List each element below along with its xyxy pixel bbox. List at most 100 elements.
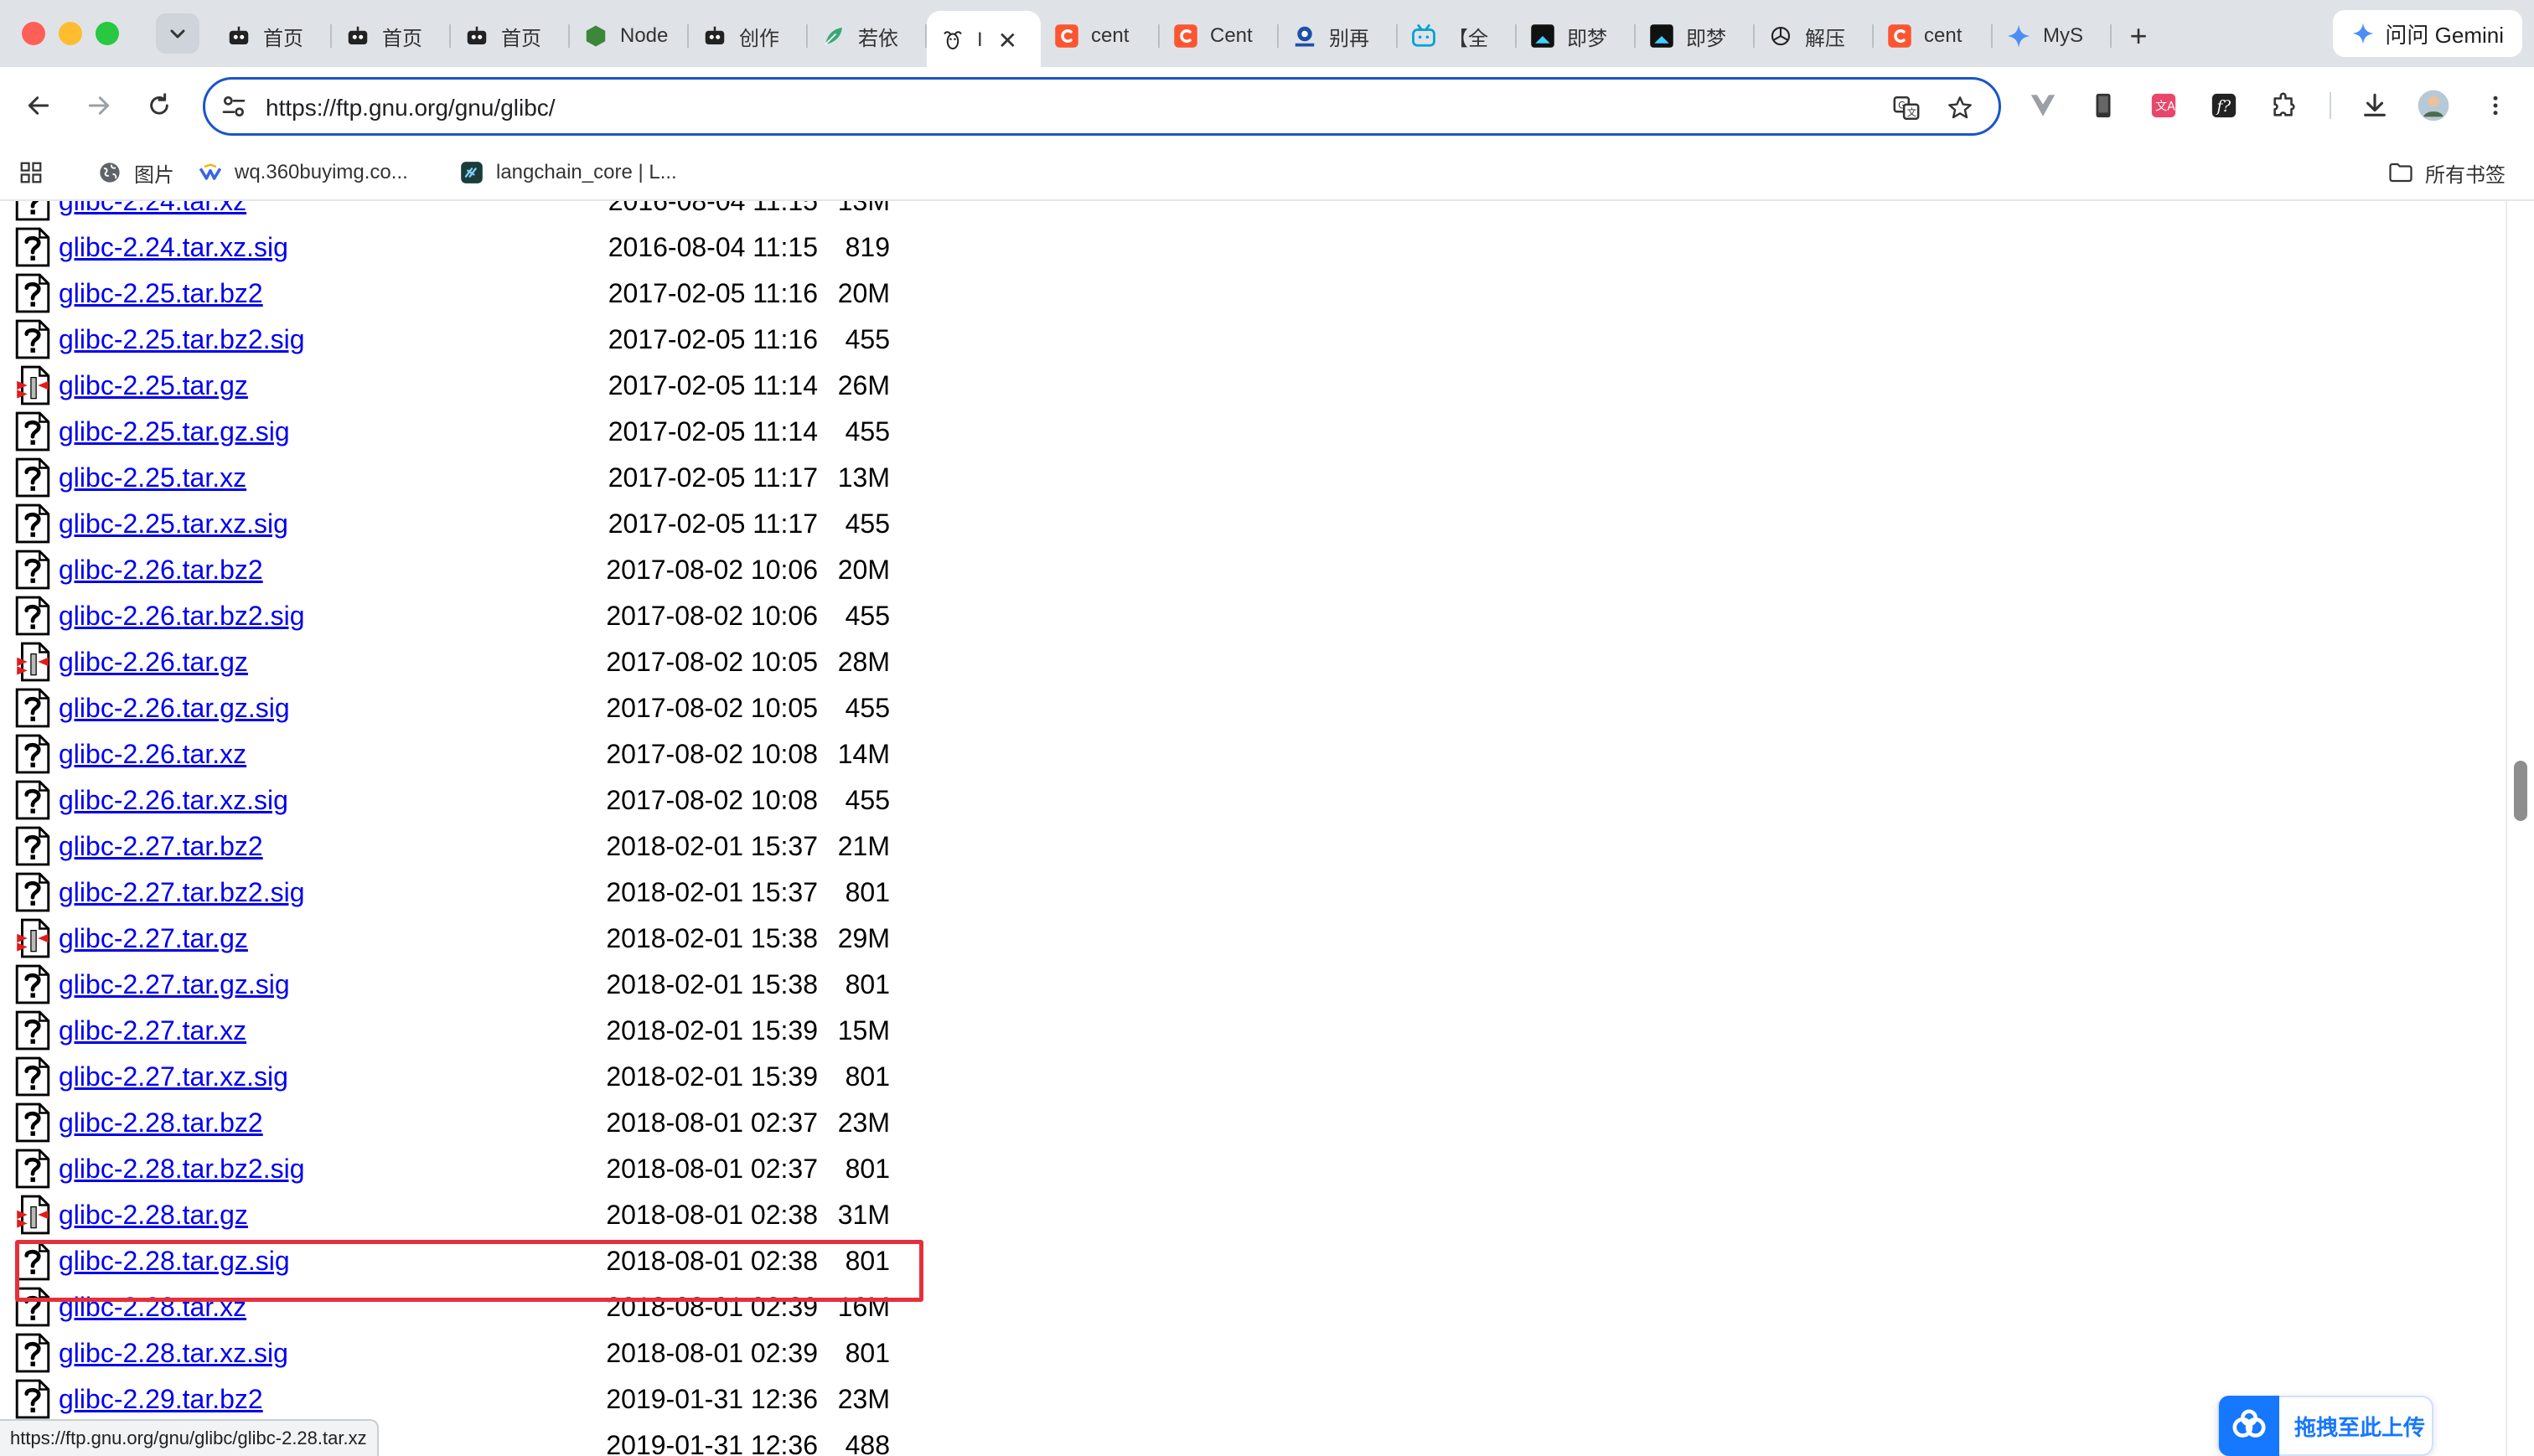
active-tab[interactable]: I ✕ xyxy=(927,11,1041,70)
back-button[interactable] xyxy=(18,85,59,126)
file-link[interactable]: glibc-2.27.tar.gz xyxy=(59,923,248,954)
browser-tab[interactable]: 即梦 xyxy=(1517,11,1636,61)
close-window-button[interactable] xyxy=(22,22,45,45)
file-row: glibc-2.25.tar.xz 2017-02-05 11:17 13M xyxy=(0,454,1006,498)
unknown-file-icon[interactable] xyxy=(15,550,50,590)
browser-tab[interactable]: 首页 xyxy=(213,11,332,61)
unknown-file-icon[interactable] xyxy=(15,273,50,313)
bookmark-item[interactable]: wq.360buyimg.co... xyxy=(198,156,408,189)
unknown-file-icon[interactable] xyxy=(15,227,50,267)
profile-button[interactable] xyxy=(2413,85,2454,126)
browser-tab[interactable]: 【全 xyxy=(1398,11,1517,61)
unknown-file-icon[interactable] xyxy=(15,411,50,452)
bookmark-item[interactable]: 图片 xyxy=(97,156,174,189)
unknown-file-icon[interactable] xyxy=(15,872,50,912)
file-link[interactable]: glibc-2.25.tar.xz xyxy=(59,462,246,493)
file-link[interactable]: glibc-2.27.tar.bz2 xyxy=(59,831,263,862)
unknown-file-icon[interactable] xyxy=(15,780,50,820)
browser-tab[interactable]: cent xyxy=(1041,11,1160,61)
reload-button[interactable] xyxy=(139,85,179,126)
apps-button[interactable] xyxy=(18,156,44,189)
browser-menu-button[interactable] xyxy=(2475,85,2516,126)
unknown-file-icon[interactable] xyxy=(15,1010,50,1051)
unknown-file-icon[interactable] xyxy=(15,1333,50,1373)
file-link[interactable]: glibc-2.26.tar.bz2 xyxy=(59,555,263,586)
url-text[interactable]: https://ftp.gnu.org/gnu/glibc/ xyxy=(266,95,556,121)
downloads-button[interactable] xyxy=(2355,85,2395,126)
unknown-file-icon[interactable] xyxy=(15,201,50,221)
browser-tab[interactable]: cent xyxy=(1874,11,1993,61)
file-link[interactable]: glibc-2.27.tar.bz2.sig xyxy=(59,877,305,908)
file-link[interactable]: glibc-2.28.tar.gz xyxy=(59,1200,248,1231)
file-link[interactable]: glibc-2.28.tar.bz2 xyxy=(59,1107,263,1138)
unknown-file-icon[interactable] xyxy=(15,1102,50,1143)
extension-translate-button[interactable]: 文A xyxy=(2144,85,2184,126)
browser-tab[interactable]: 解压 xyxy=(1755,11,1874,61)
browser-tab[interactable]: MyS xyxy=(1993,11,2112,61)
tab-search-button[interactable] xyxy=(156,13,199,54)
file-link[interactable]: glibc-2.24.tar.xz xyxy=(59,201,246,217)
file-link[interactable]: glibc-2.26.tar.xz xyxy=(59,739,246,770)
extensions-menu-button[interactable] xyxy=(2264,85,2304,126)
vertical-scrollbar[interactable] xyxy=(2506,201,2534,1456)
unknown-file-icon[interactable] xyxy=(15,1056,50,1097)
file-link[interactable]: glibc-2.24.tar.xz.sig xyxy=(59,232,288,263)
file-link[interactable]: glibc-2.27.tar.xz.sig xyxy=(59,1061,288,1092)
close-tab-icon[interactable]: ✕ xyxy=(998,27,1017,54)
browser-tab[interactable]: Node xyxy=(570,11,689,61)
unknown-file-icon[interactable] xyxy=(15,503,50,544)
archive-file-icon[interactable] xyxy=(15,642,50,682)
unknown-file-icon[interactable] xyxy=(15,1379,50,1419)
unknown-file-icon[interactable] xyxy=(15,734,50,774)
archive-file-icon[interactable] xyxy=(15,365,50,405)
file-link[interactable]: glibc-2.26.tar.gz xyxy=(59,647,248,678)
file-link[interactable]: glibc-2.25.tar.bz2 xyxy=(59,278,263,309)
file-link[interactable]: glibc-2.26.tar.xz.sig xyxy=(59,785,288,816)
file-link[interactable]: glibc-2.27.tar.xz xyxy=(59,1015,246,1046)
minimize-window-button[interactable] xyxy=(59,22,82,45)
forward-button[interactable] xyxy=(79,85,119,126)
archive-file-icon[interactable] xyxy=(15,1195,50,1235)
gemini-button[interactable]: 问问 Gemini xyxy=(2333,10,2522,57)
unknown-file-icon[interactable] xyxy=(15,964,50,1004)
upload-button[interactable]: 拖拽至此上传 xyxy=(2217,1396,2433,1456)
bookmark-item[interactable]: langchain_core | L... xyxy=(459,156,677,189)
address-bar[interactable]: https://ftp.gnu.org/gnu/glibc/ G文 xyxy=(203,77,2001,136)
all-bookmarks-button[interactable]: 所有书签 xyxy=(2388,156,2506,189)
unknown-file-icon[interactable] xyxy=(15,688,50,728)
browser-tab[interactable]: 创作 xyxy=(689,11,808,61)
file-link[interactable]: glibc-2.26.tar.gz.sig xyxy=(59,693,290,724)
extension-formula-button[interactable]: f? xyxy=(2204,85,2244,126)
file-link[interactable]: glibc-2.25.tar.gz.sig xyxy=(59,416,290,447)
file-link[interactable]: glibc-2.25.tar.gz xyxy=(59,370,248,401)
site-info-icon[interactable] xyxy=(220,93,247,120)
new-tab-button[interactable]: + xyxy=(2115,13,2162,59)
extension-vue-button[interactable] xyxy=(2023,85,2063,126)
scrollbar-thumb[interactable] xyxy=(2514,761,2527,821)
browser-tab[interactable]: 即梦 xyxy=(1636,11,1755,61)
fullscreen-window-button[interactable] xyxy=(96,22,119,45)
browser-tab[interactable]: 首页 xyxy=(451,11,570,61)
file-link[interactable]: glibc-2.26.tar.bz2.sig xyxy=(59,601,305,632)
unknown-file-icon[interactable] xyxy=(15,319,50,359)
unknown-file-icon[interactable] xyxy=(15,457,50,498)
file-link[interactable]: glibc-2.25.tar.bz2.sig xyxy=(59,324,305,355)
tab-title: 即梦 xyxy=(1567,27,1607,50)
archive-file-icon[interactable] xyxy=(15,918,50,958)
extension-phone-button[interactable] xyxy=(2083,85,2123,126)
bookmark-star-button[interactable] xyxy=(1943,91,1977,125)
unknown-file-icon[interactable] xyxy=(15,826,50,866)
file-link[interactable]: glibc-2.28.tar.bz2.sig xyxy=(59,1154,305,1185)
browser-tab[interactable]: 若依 xyxy=(808,11,927,61)
file-link[interactable]: glibc-2.25.tar.xz.sig xyxy=(59,509,288,540)
browser-tab[interactable]: 首页 xyxy=(332,11,451,61)
browser-tab[interactable]: Cent xyxy=(1160,11,1279,61)
unknown-file-icon[interactable] xyxy=(15,1149,50,1189)
browser-tab[interactable]: 别再 xyxy=(1279,11,1398,61)
file-link[interactable]: glibc-2.28.tar.xz.sig xyxy=(59,1338,288,1369)
translate-button[interactable]: G文 xyxy=(1890,91,1923,125)
file-link[interactable]: glibc-2.29.tar.bz2 xyxy=(59,1384,263,1415)
unknown-file-icon[interactable] xyxy=(15,596,50,636)
file-link[interactable]: glibc-2.27.tar.gz.sig xyxy=(59,969,290,1000)
tab-title: 首页 xyxy=(382,27,422,50)
